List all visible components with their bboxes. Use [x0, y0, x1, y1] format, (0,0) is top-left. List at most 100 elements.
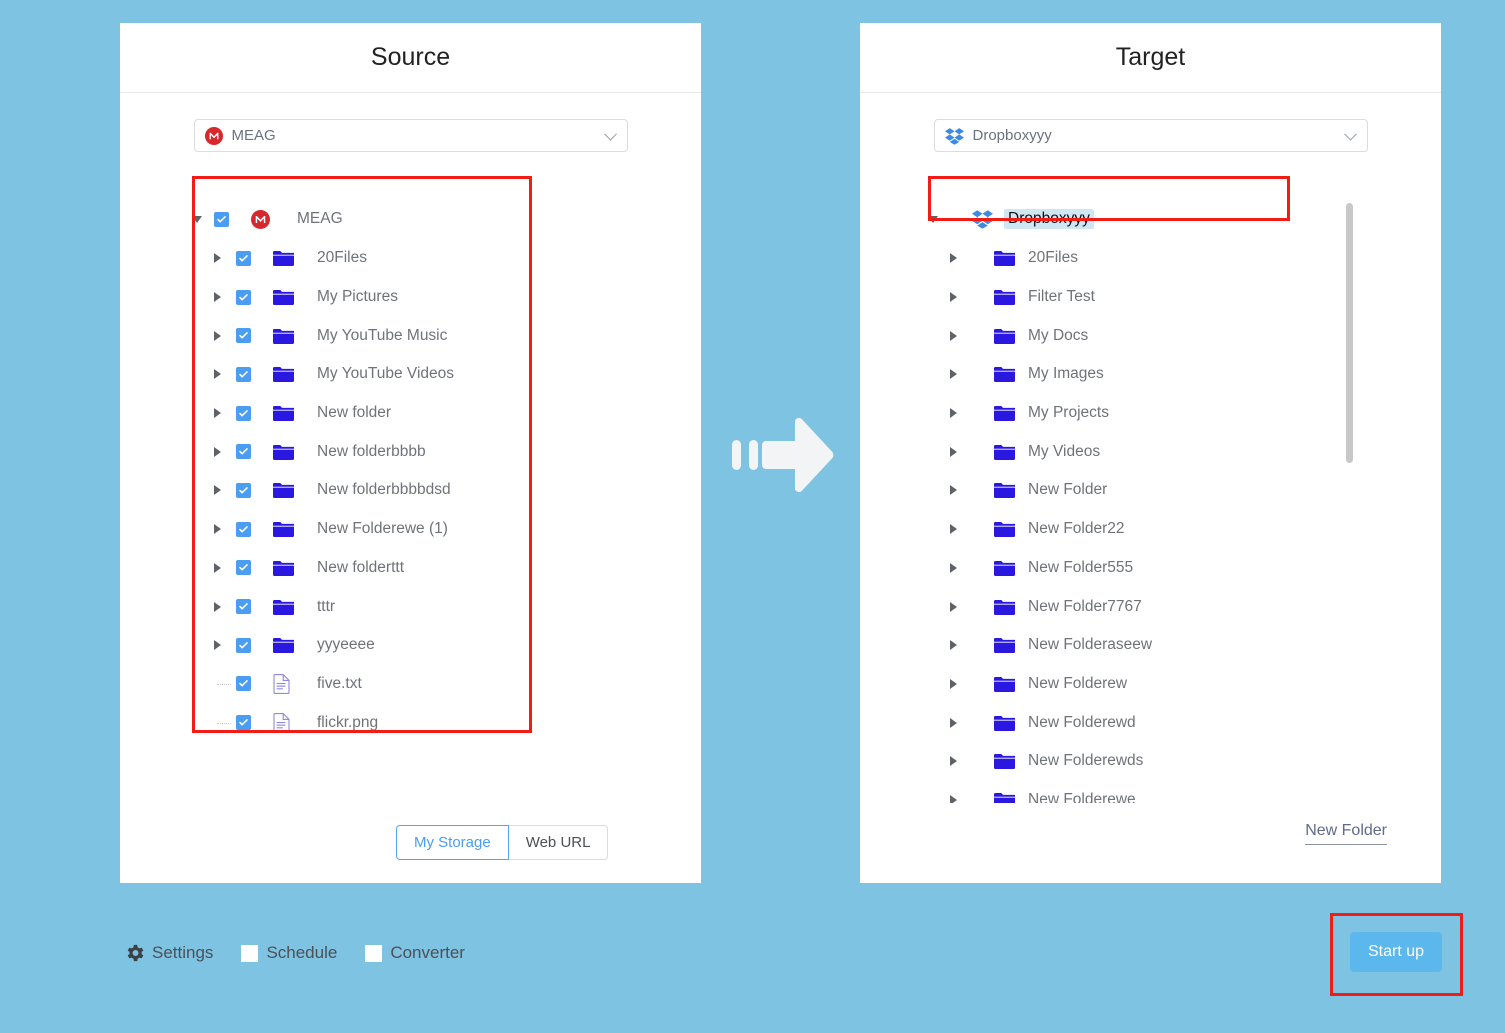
tree-row[interactable]: five.txt: [192, 665, 530, 704]
expand-arrow-icon[interactable]: [214, 562, 236, 573]
source-node-checkbox[interactable]: [236, 676, 273, 692]
target-tree: Dropboxyyy 20Files Filter Test My Docs My I…: [928, 199, 1358, 803]
source-node-checkbox[interactable]: [236, 250, 273, 266]
tree-row[interactable]: New Folder22: [928, 510, 1358, 549]
expand-arrow-icon[interactable]: [950, 562, 994, 573]
tree-row[interactable]: My Pictures: [192, 278, 530, 317]
page-title-target: Target: [1115, 43, 1186, 71]
tree-row[interactable]: My Images: [928, 355, 1358, 394]
expand-arrow-icon[interactable]: [950, 369, 994, 380]
tree-row[interactable]: 20Files: [928, 239, 1358, 278]
schedule-label: Schedule: [266, 943, 338, 962]
start-up-button[interactable]: Start up: [1350, 932, 1442, 972]
tree-row[interactable]: My Videos: [928, 432, 1358, 471]
schedule-checkbox[interactable]: [241, 944, 259, 962]
target-panel: Target Dropboxyyy Dropboxyyy 20Files Fil…: [860, 23, 1441, 883]
tree-row[interactable]: My Projects: [928, 394, 1358, 433]
expand-arrow-icon[interactable]: [950, 446, 994, 457]
settings-button[interactable]: Settings: [126, 943, 213, 963]
chevron-down-icon[interactable]: [603, 127, 617, 141]
expand-arrow-icon[interactable]: [214, 640, 236, 651]
source-node-checkbox[interactable]: [236, 405, 273, 421]
tree-row[interactable]: New Folderaseew: [928, 626, 1358, 665]
source-node-checkbox[interactable]: [236, 289, 273, 305]
expand-arrow-icon[interactable]: [214, 292, 236, 303]
tree-row[interactable]: tttr: [192, 587, 530, 626]
source-node-checkbox[interactable]: [236, 637, 273, 653]
expand-arrow-icon[interactable]: [214, 485, 236, 496]
expand-arrow-icon[interactable]: [950, 678, 994, 689]
folder-icon: [994, 250, 1028, 267]
expand-arrow-icon[interactable]: [950, 408, 994, 419]
tree-row[interactable]: New folderttt: [192, 549, 530, 588]
converter-checkbox-row[interactable]: Converter: [365, 943, 465, 963]
expand-arrow-icon[interactable]: [950, 292, 994, 303]
new-folder-button[interactable]: New Folder: [1305, 822, 1387, 845]
tree-row[interactable]: New Folderewe: [928, 781, 1358, 803]
expand-arrow-icon[interactable]: [950, 253, 994, 264]
tree-node-label: My Pictures: [317, 288, 398, 306]
tree-row[interactable]: New Folder555: [928, 549, 1358, 588]
folder-icon: [273, 560, 317, 576]
tree-row[interactable]: My Docs: [928, 316, 1358, 355]
folder-icon: [273, 289, 317, 306]
tree-row[interactable]: New folderbbbb: [192, 432, 530, 471]
tree-row[interactable]: Filter Test: [928, 278, 1358, 317]
expand-arrow-icon[interactable]: [950, 640, 994, 651]
tree-row[interactable]: New Folder: [928, 471, 1358, 510]
source-node-checkbox[interactable]: [236, 366, 273, 382]
expand-arrow-icon[interactable]: [950, 756, 994, 767]
target-tree-children: 20Files Filter Test My Docs My Images My Pro…: [928, 239, 1358, 803]
expand-arrow-icon[interactable]: [950, 794, 994, 803]
collapse-arrow-icon[interactable]: [928, 215, 972, 223]
tree-node-label: New folderbbbb: [317, 442, 426, 460]
tree-row[interactable]: New folder: [192, 394, 530, 433]
source-node-checkbox[interactable]: [236, 560, 273, 576]
expand-arrow-icon[interactable]: [214, 330, 236, 341]
source-node-checkbox[interactable]: [236, 444, 273, 460]
tab-my-storage[interactable]: My Storage: [396, 825, 509, 860]
tree-row[interactable]: My YouTube Music: [192, 316, 530, 355]
tree-row[interactable]: yyyeeee: [192, 626, 530, 665]
tab-web-url[interactable]: Web URL: [508, 825, 609, 860]
tree-row[interactable]: New Folder7767: [928, 587, 1358, 626]
source-account-select[interactable]: MEAG: [193, 119, 628, 152]
expand-arrow-icon[interactable]: [950, 524, 994, 535]
source-node-checkbox[interactable]: [236, 328, 273, 344]
tree-row[interactable]: New Folderewd: [928, 703, 1358, 742]
target-tree-scrollbar[interactable]: [1346, 203, 1353, 803]
expand-arrow-icon[interactable]: [214, 369, 236, 380]
expand-arrow-icon[interactable]: [214, 446, 236, 457]
expand-arrow-icon[interactable]: [214, 601, 236, 612]
right-arrow-icon: [730, 415, 835, 495]
source-node-checkbox[interactable]: [236, 482, 273, 498]
expand-arrow-icon[interactable]: [214, 524, 236, 535]
expand-arrow-icon[interactable]: [950, 485, 994, 496]
source-node-checkbox[interactable]: [236, 521, 273, 537]
collapse-arrow-icon[interactable]: [192, 215, 214, 223]
source-node-checkbox[interactable]: [236, 715, 273, 731]
tree-row[interactable]: Dropboxyyy: [928, 199, 1358, 239]
expand-arrow-icon[interactable]: [950, 330, 994, 341]
expand-arrow-icon[interactable]: [950, 717, 994, 728]
tree-row[interactable]: New folderbbbbdsd: [192, 471, 530, 510]
target-account-select[interactable]: Dropboxyyy: [933, 119, 1368, 152]
chevron-down-icon[interactable]: [1343, 127, 1357, 141]
expand-arrow-icon[interactable]: [214, 408, 236, 419]
source-node-checkbox[interactable]: [236, 599, 273, 615]
schedule-checkbox-row[interactable]: Schedule: [241, 943, 337, 963]
converter-checkbox[interactable]: [365, 944, 383, 962]
tree-row[interactable]: New Folderewe (1): [192, 510, 530, 549]
tree-row[interactable]: New Folderew: [928, 665, 1358, 704]
source-root-checkbox[interactable]: [214, 211, 251, 227]
tree-row[interactable]: flickr.png: [192, 703, 530, 742]
expand-arrow-icon[interactable]: [214, 253, 236, 264]
expand-arrow-icon[interactable]: [950, 601, 994, 612]
tree-row[interactable]: New Folderewds: [928, 742, 1358, 781]
scrollbar-thumb[interactable]: [1346, 203, 1353, 463]
tree-row[interactable]: MEAG: [192, 199, 530, 239]
footer-toolbar: Settings Schedule Converter: [126, 943, 493, 963]
folder-icon: [994, 560, 1028, 576]
tree-row[interactable]: 20Files: [192, 239, 530, 278]
tree-row[interactable]: My YouTube Videos: [192, 355, 530, 394]
